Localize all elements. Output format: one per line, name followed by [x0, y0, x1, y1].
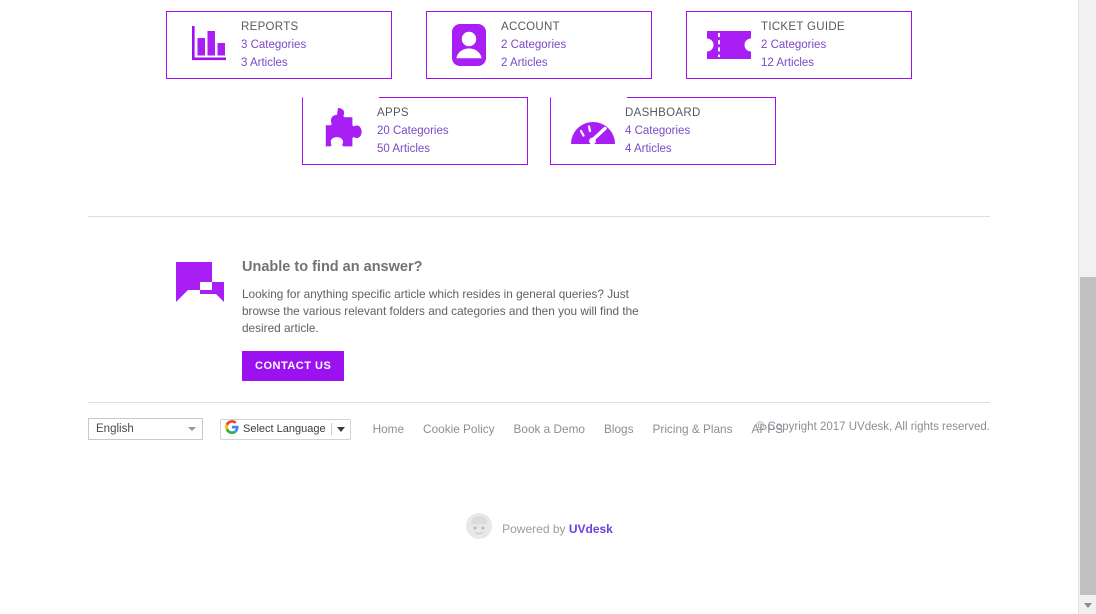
footer: English Select Language Home Cookie Poli… [88, 418, 990, 442]
contact-us-button[interactable]: CONTACT US [242, 351, 345, 381]
powered-by-prefix: Powered by [502, 521, 569, 536]
category-card-text: REPORTS 3 Categories 3 Articles [237, 18, 306, 72]
category-title: ACCOUNT [501, 21, 560, 33]
uvdesk-brand-link[interactable]: UVdesk [569, 522, 613, 536]
category-card-account[interactable]: ACCOUNT 2 Categories 2 Articles [426, 11, 652, 79]
category-count: 2 Categories [501, 39, 567, 51]
copyright-text: © Copyright 2017 UVdesk, All rights rese… [755, 421, 990, 433]
vertical-scrollbar[interactable] [1078, 0, 1096, 614]
footer-link-book-a-demo[interactable]: Book a Demo [514, 422, 585, 436]
category-card-row-1: REPORTS 3 Categories 3 Articles ACCOUNT … [0, 0, 1078, 79]
footer-left-group: English Select Language Home Cookie Poli… [88, 418, 783, 440]
category-card-grid: REPORTS 3 Categories 3 Articles ACCOUNT … [0, 0, 1078, 165]
category-title: REPORTS [241, 21, 299, 33]
category-title: APPS [377, 107, 409, 119]
category-count: 20 Categories [377, 125, 449, 137]
uvdesk-face-avatar-icon [465, 512, 493, 545]
google-g-icon [225, 419, 239, 439]
footer-nav: Home Cookie Policy Book a Demo Blogs Pri… [373, 422, 783, 436]
help-body: Unable to find an answer? Looking for an… [234, 258, 652, 381]
powered-by-text: Powered by UVdesk [502, 522, 613, 536]
language-select-value: English [96, 423, 134, 435]
caret-down-icon [336, 426, 345, 432]
article-count: 4 Articles [625, 143, 672, 155]
category-count: 4 Categories [625, 125, 691, 137]
chat-bubbles-icon [176, 258, 234, 381]
category-card-text: TICKET GUIDE 2 Categories 12 Articles [757, 18, 845, 72]
scrollbar-down-button[interactable] [1080, 597, 1096, 614]
ticket-icon [701, 28, 757, 62]
help-description: Looking for anything specific article wh… [242, 287, 639, 335]
category-card-text: ACCOUNT 2 Categories 2 Articles [497, 18, 566, 72]
separator [330, 423, 332, 435]
footer-link-pricing-plans[interactable]: Pricing & Plans [653, 422, 733, 436]
category-card-row-2: APPS 20 Categories 50 Articles DASHBOARD… [0, 79, 1078, 165]
page-content: REPORTS 3 Categories 3 Articles ACCOUNT … [0, 0, 1078, 614]
category-title: DASHBOARD [625, 107, 701, 119]
gauge-icon [565, 114, 621, 148]
footer-link-blogs[interactable]: Blogs [604, 422, 634, 436]
category-card-reports[interactable]: REPORTS 3 Categories 3 Articles [166, 11, 392, 79]
scrollbar-thumb[interactable] [1080, 277, 1096, 595]
article-count: 50 Articles [377, 143, 431, 155]
category-count: 3 Categories [241, 39, 307, 51]
puzzle-piece-icon [317, 107, 373, 155]
google-translate-label: Select Language [243, 423, 326, 435]
article-count: 2 Articles [501, 57, 548, 69]
article-count: 12 Articles [761, 57, 815, 69]
google-translate-widget[interactable]: Select Language [220, 418, 351, 440]
category-title: TICKET GUIDE [761, 21, 845, 33]
powered-by-section: Powered by UVdesk [0, 512, 1078, 545]
category-card-text: APPS 20 Categories 50 Articles [373, 104, 449, 158]
chevron-down-icon [188, 427, 196, 431]
section-divider-top [88, 216, 990, 217]
footer-link-home[interactable]: Home [373, 422, 404, 436]
language-select[interactable]: English [88, 418, 203, 440]
account-icon [441, 23, 497, 67]
category-count: 2 Categories [761, 39, 827, 51]
footer-link-cookie-policy[interactable]: Cookie Policy [423, 422, 494, 436]
help-title: Unable to find an answer? [242, 259, 423, 275]
category-card-ticket-guide[interactable]: TICKET GUIDE 2 Categories 12 Articles [686, 11, 912, 79]
article-count: 3 Articles [241, 57, 288, 69]
bar-chart-icon [181, 26, 237, 64]
category-card-apps[interactable]: APPS 20 Categories 50 Articles [302, 97, 528, 165]
category-card-dashboard[interactable]: DASHBOARD 4 Categories 4 Articles [550, 97, 776, 165]
unable-to-find-answer-section: Unable to find an answer? Looking for an… [176, 258, 652, 381]
section-divider-footer [88, 402, 990, 403]
category-card-text: DASHBOARD 4 Categories 4 Articles [621, 104, 701, 158]
scroll-down-arrow-icon [1084, 603, 1092, 608]
